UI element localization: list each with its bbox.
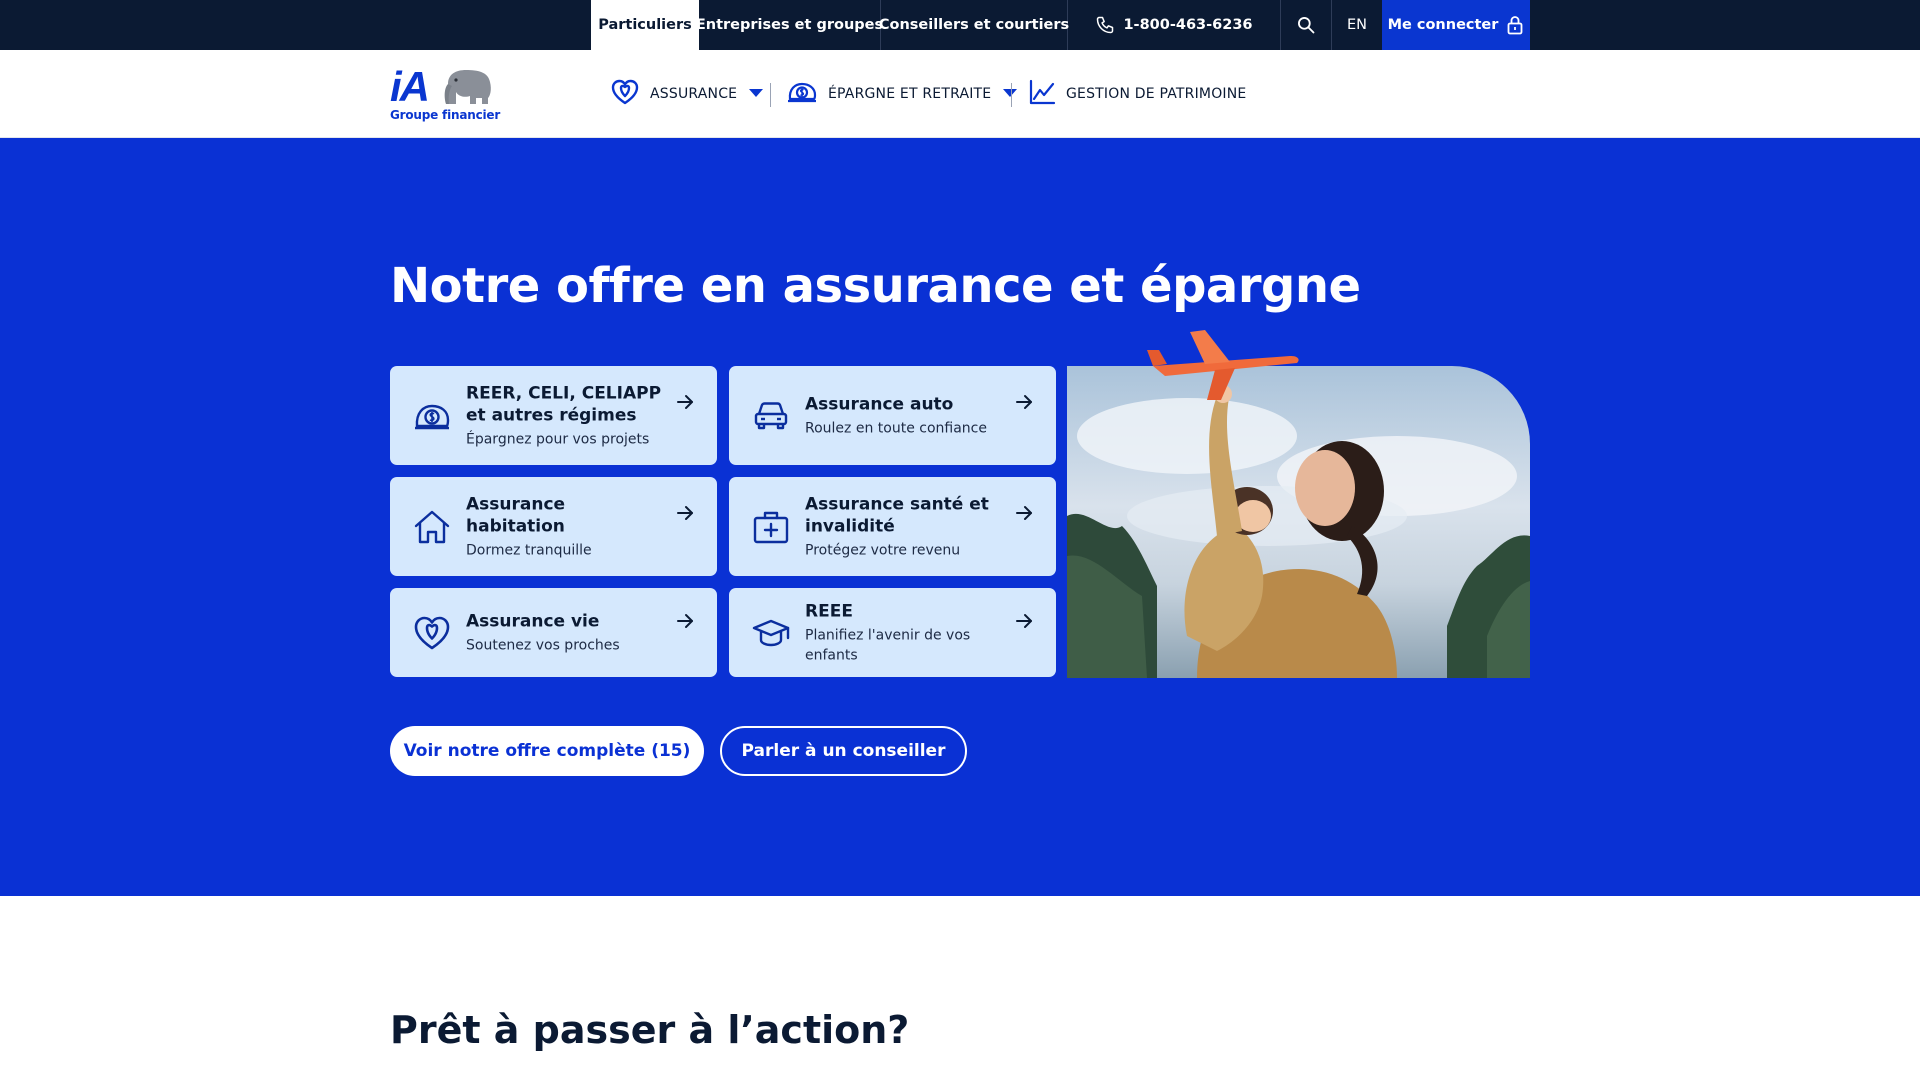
logo-mark: iA	[390, 63, 430, 110]
nav-divider	[770, 83, 771, 107]
chart-line-icon	[1028, 78, 1056, 110]
button-label: Parler à un conseiller	[741, 741, 946, 761]
elephant-icon	[442, 68, 494, 112]
heart-icon	[412, 613, 452, 653]
arrow-right-icon	[1014, 611, 1034, 631]
card-text: REEE Planifiez l'avenir de vos enfants	[805, 600, 1005, 665]
card-subtitle: Soutenez vos proches	[466, 637, 620, 653]
medical-kit-icon	[751, 507, 791, 547]
chevron-down-icon	[749, 86, 764, 102]
toy-airplane-icon	[1145, 328, 1305, 407]
arrow-right-icon	[675, 503, 695, 523]
house-icon	[412, 507, 452, 547]
card-text: Assurance santé et invalidité Protégez v…	[805, 493, 1005, 560]
talk-to-advisor-button[interactable]: Parler à un conseiller	[720, 726, 967, 776]
arrow-right-icon	[675, 392, 695, 412]
card-subtitle: Planifiez l'avenir de vos enfants	[805, 627, 971, 663]
ia-logo[interactable]: iA Groupe financier	[390, 63, 501, 126]
view-full-offer-button[interactable]: Voir notre offre complète (15)	[390, 726, 704, 776]
card-text: REER, CELI, CELIAPP et autres régimes Ép…	[466, 382, 666, 449]
card-title: Assurance auto	[805, 394, 954, 414]
car-icon	[751, 396, 791, 436]
graduation-cap-icon	[751, 613, 791, 653]
card-reer-celi[interactable]: REER, CELI, CELIAPP et autres régimes Ép…	[390, 366, 717, 465]
phone-link[interactable]: 1-800-463-6236	[1068, 0, 1281, 50]
login-button[interactable]: Me connecter	[1382, 0, 1530, 50]
card-assurance-habitation[interactable]: Assurance habitation Dormez tranquille	[390, 477, 717, 576]
piggy-bank-icon	[412, 396, 452, 436]
heart-icon	[610, 77, 640, 111]
hero-photo	[1067, 366, 1530, 678]
nav-label: ASSURANCE	[650, 86, 738, 102]
phone-icon	[1095, 15, 1115, 35]
button-label: Voir notre offre complète (15)	[403, 741, 691, 761]
card-text: Assurance vie Soutenez vos proches	[466, 610, 666, 655]
page-title: Notre offre en assurance et épargne	[390, 258, 1361, 314]
tab-entreprises-et-groupes[interactable]: Entreprises et groupes	[695, 0, 884, 50]
card-title: Assurance vie	[466, 611, 600, 631]
nav-assurance[interactable]: ASSURANCE	[610, 50, 764, 138]
card-reee[interactable]: REEE Planifiez l'avenir de vos enfants	[729, 588, 1056, 677]
hero-section: Notre offre en assurance et épargne REER…	[0, 138, 1920, 896]
card-text: Assurance habitation Dormez tranquille	[466, 493, 666, 560]
tab-label: Conseillers et courtiers	[878, 17, 1070, 33]
nav-label: GESTION DE PATRIMOINE	[1066, 86, 1247, 102]
nav-gestion-de-patrimoine[interactable]: GESTION DE PATRIMOINE	[1028, 50, 1246, 138]
card-subtitle: Roulez en toute confiance	[805, 420, 987, 436]
nav-epargne-et-retraite[interactable]: ÉPARGNE ET RETRAITE	[786, 50, 1018, 138]
nav-divider	[1011, 83, 1012, 107]
language-toggle[interactable]: EN	[1332, 0, 1382, 50]
card-subtitle: Épargnez pour vos projets	[466, 431, 650, 447]
card-text: Assurance auto Roulez en toute confiance	[805, 393, 1005, 438]
card-title: REER, CELI, CELIAPP et autres régimes	[466, 383, 662, 425]
utility-bar: Particuliers Entreprises et groupes Cons…	[0, 0, 1920, 50]
arrow-right-icon	[675, 611, 695, 631]
card-title: REEE	[805, 601, 853, 621]
login-label: Me connecter	[1387, 17, 1499, 33]
main-header: iA Groupe financier ASSURANCE ÉPARGNE ET…	[0, 50, 1920, 138]
card-subtitle: Dormez tranquille	[466, 542, 592, 558]
card-title: Assurance santé et invalidité	[805, 494, 989, 536]
language-label: EN	[1346, 17, 1367, 33]
search-icon	[1296, 15, 1316, 35]
card-assurance-sante-invalidite[interactable]: Assurance santé et invalidité Protégez v…	[729, 477, 1056, 576]
phone-number: 1-800-463-6236	[1123, 17, 1253, 33]
card-assurance-vie[interactable]: Assurance vie Soutenez vos proches	[390, 588, 717, 677]
arrow-right-icon	[1014, 503, 1034, 523]
tab-conseillers-et-courtiers[interactable]: Conseillers et courtiers	[878, 0, 1070, 50]
search-button[interactable]	[1281, 0, 1332, 50]
tab-label: Entreprises et groupes	[695, 17, 884, 33]
section-title: Prêt à passer à l’action?	[390, 1008, 910, 1052]
tab-particuliers[interactable]: Particuliers	[591, 0, 699, 50]
card-subtitle: Protégez votre revenu	[805, 542, 961, 558]
tab-label: Particuliers	[598, 17, 692, 33]
arrow-right-icon	[1014, 392, 1034, 412]
card-title: Assurance habitation	[466, 494, 566, 536]
logo-subtitle: Groupe financier	[390, 108, 501, 122]
nav-label: ÉPARGNE ET RETRAITE	[828, 86, 992, 102]
piggy-bank-icon	[786, 77, 818, 111]
card-assurance-auto[interactable]: Assurance auto Roulez en toute confiance	[729, 366, 1056, 465]
lock-icon	[1506, 15, 1524, 35]
